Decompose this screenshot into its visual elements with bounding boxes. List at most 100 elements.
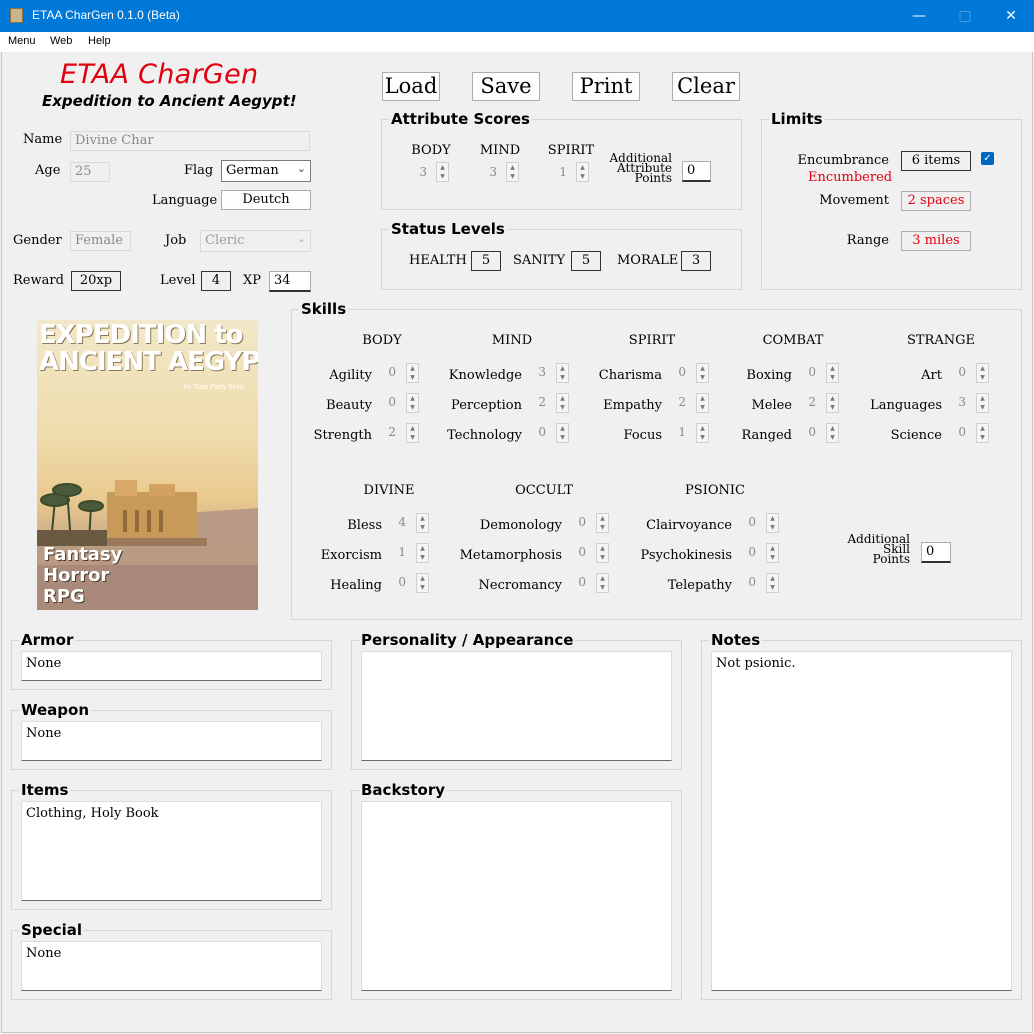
chevron-up-icon[interactable]: ▲	[977, 364, 988, 373]
skill-label-charisma: Charisma	[598, 368, 662, 383]
skill-value-art: 0	[958, 365, 966, 379]
encumbrance-value: 6 items	[901, 151, 971, 171]
skill-stepper-telepathy[interactable]: ▲ ▼	[766, 573, 779, 593]
skill-stepper-psychokinesis[interactable]: ▲ ▼	[766, 543, 779, 563]
personality-textbox[interactable]	[361, 651, 672, 761]
chevron-down-icon[interactable]: ▼	[977, 433, 988, 442]
print-button[interactable]: Print	[572, 72, 640, 101]
chevron-down-icon[interactable]: ▼	[597, 523, 608, 532]
encumbrance-checkbox[interactable]: ✓	[981, 152, 994, 165]
xp-input[interactable]: 34	[269, 271, 311, 292]
flag-select[interactable]: German ⌄	[221, 160, 311, 182]
minimize-icon[interactable]: —	[896, 0, 942, 32]
skill-stepper-science[interactable]: ▲ ▼	[976, 423, 989, 443]
additional-attribute-points-input[interactable]: 0	[682, 161, 711, 182]
special-textbox[interactable]: None	[21, 941, 322, 991]
chevron-up-icon[interactable]: ▲	[597, 544, 608, 553]
menu-item-web[interactable]: Web	[50, 35, 72, 47]
chevron-up-icon[interactable]: ▲	[597, 514, 608, 523]
name-input[interactable]: Divine Char	[70, 131, 310, 151]
chevron-up-icon[interactable]: ▲	[977, 394, 988, 403]
chevron-down-icon: ⌄	[296, 162, 306, 175]
skill-value-demonology: 0	[578, 515, 586, 529]
skill-label-languages: Languages	[870, 398, 942, 413]
chevron-down-icon[interactable]: ▼	[767, 523, 778, 532]
gender-input[interactable]: Female	[70, 231, 131, 251]
personality-title: Personality / Appearance	[359, 631, 576, 649]
skill-label-ranged: Ranged	[741, 428, 792, 443]
chevron-up-icon[interactable]: ▲	[977, 424, 988, 433]
chevron-up-icon[interactable]: ▲	[767, 574, 778, 583]
menu-item-help[interactable]: Help	[88, 35, 111, 47]
chevron-up-icon[interactable]: ▲	[417, 574, 428, 583]
chevron-up-icon[interactable]: ▲	[767, 514, 778, 523]
chevron-up-icon[interactable]: ▲	[767, 544, 778, 553]
chevron-down-icon[interactable]: ▼	[417, 523, 428, 532]
skill-header-spirit: SPIRIT	[628, 333, 676, 348]
skills-group	[291, 309, 1022, 620]
job-select[interactable]: Cleric ⌄	[200, 230, 311, 252]
skill-stepper-healing[interactable]: ▲ ▼	[416, 573, 429, 593]
close-icon[interactable]: ✕	[988, 0, 1034, 32]
skill-value-telepathy: 0	[748, 575, 756, 589]
age-input[interactable]: 25	[70, 162, 110, 182]
skill-label-art: Art	[921, 368, 942, 383]
chevron-up-icon[interactable]: ▲	[597, 574, 608, 583]
notes-textbox[interactable]: Not psionic.	[711, 651, 1012, 991]
chevron-down-icon[interactable]: ▼	[597, 553, 608, 562]
skill-value-melee: 2	[808, 395, 816, 409]
skill-header-occult: OCCULT	[515, 483, 573, 498]
skill-header-strange: STRANGE	[906, 333, 975, 348]
additional-skill-points-input[interactable]: 0	[921, 542, 951, 563]
cover-tagline: Fantasy Horror RPG	[43, 544, 123, 607]
chevron-down-icon[interactable]: ▼	[977, 373, 988, 382]
save-button[interactable]: Save	[472, 72, 540, 101]
backstory-textbox[interactable]	[361, 801, 672, 991]
special-title: Special	[19, 921, 85, 939]
maximize-icon[interactable]: □	[942, 0, 988, 32]
attr-mind-value: 3	[489, 165, 497, 179]
sanity-value: 5	[571, 251, 601, 271]
chevron-down-icon[interactable]: ▼	[417, 583, 428, 592]
skill-label-clairvoyance: Clairvoyance	[646, 518, 732, 533]
skill-stepper-bless[interactable]: ▲ ▼	[416, 513, 429, 533]
skill-stepper-exorcism[interactable]: ▲ ▼	[416, 543, 429, 563]
chevron-down-icon[interactable]: ▼	[767, 553, 778, 562]
skill-stepper-demonology[interactable]: ▲ ▼	[596, 513, 609, 533]
skill-stepper-languages[interactable]: ▲ ▼	[976, 393, 989, 413]
attr-mind-stepper[interactable]: ▲ ▼	[506, 162, 519, 182]
level-label: Level	[160, 273, 196, 288]
load-button[interactable]: Load	[382, 72, 440, 101]
skill-label-boxing: Boxing	[746, 368, 792, 383]
attr-spirit-stepper[interactable]: ▲ ▼	[576, 162, 589, 182]
attr-body-stepper[interactable]: ▲ ▼	[436, 162, 449, 182]
health-label: HEALTH	[409, 253, 467, 268]
skill-value-bless: 4	[398, 515, 406, 529]
armor-textbox[interactable]: None	[21, 651, 322, 681]
chevron-down-icon[interactable]: ▼	[417, 553, 428, 562]
chevron-up-icon[interactable]: ▲	[417, 544, 428, 553]
chevron-down-icon[interactable]: ▼	[597, 583, 608, 592]
skill-stepper-clairvoyance[interactable]: ▲ ▼	[766, 513, 779, 533]
skill-stepper-necromancy[interactable]: ▲ ▼	[596, 573, 609, 593]
skill-header-combat: COMBAT	[762, 333, 824, 348]
skill-value-languages: 3	[958, 395, 966, 409]
skill-stepper-metamorphosis[interactable]: ▲ ▼	[596, 543, 609, 563]
cover-image: EXPEDITION to ANCIENT AEGYPT! by Total P…	[37, 320, 258, 610]
menu-item-menu[interactable]: Menu	[8, 35, 36, 47]
language-button[interactable]: Deutch	[221, 190, 311, 210]
gender-label: Gender	[13, 233, 62, 248]
name-label: Name	[23, 132, 63, 147]
chevron-down-icon[interactable]: ▼	[767, 583, 778, 592]
chevron-down-icon[interactable]: ▼	[977, 403, 988, 412]
skill-label-psychokinesis: Psychokinesis	[640, 548, 733, 563]
items-textbox[interactable]: Clothing, Holy Book	[21, 801, 322, 901]
skill-label-bless: Bless	[347, 518, 382, 533]
weapon-textbox[interactable]: None	[21, 721, 322, 761]
clear-button[interactable]: Clear	[672, 72, 740, 101]
additional-skill-points-label: Additional Skill Points	[847, 532, 910, 566]
chevron-up-icon[interactable]: ▲	[417, 514, 428, 523]
skill-value-healing: 0	[398, 575, 406, 589]
skill-stepper-art[interactable]: ▲ ▼	[976, 363, 989, 383]
window-title: ETAA CharGen 0.1.0 (Beta)	[32, 8, 180, 22]
